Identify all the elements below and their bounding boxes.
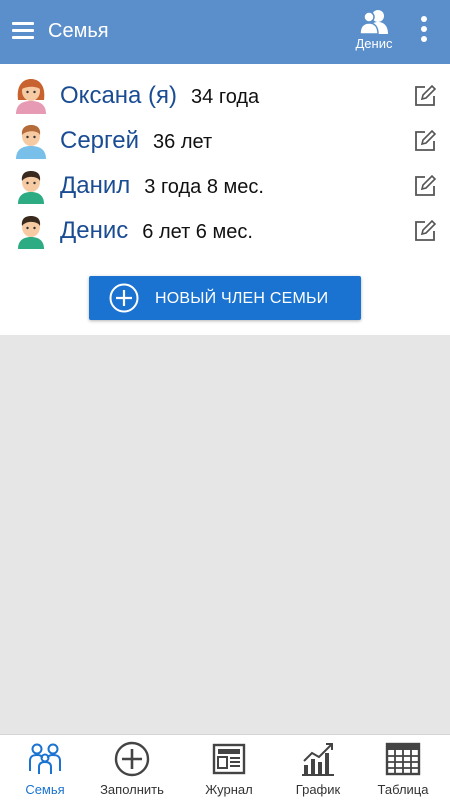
- boy-avatar-icon: [18, 171, 44, 204]
- member-row[interactable]: Денис 6 лет 6 мес.: [0, 211, 450, 255]
- more-icon[interactable]: [414, 16, 434, 48]
- plus-circle-icon: [114, 741, 150, 777]
- member-row[interactable]: Данил 3 года 8 мес.: [0, 166, 450, 210]
- nav-family[interactable]: Семья: [0, 735, 90, 801]
- man-avatar-icon: [16, 125, 46, 159]
- member-name: Денис 6 лет 6 мес.: [60, 217, 253, 244]
- woman-avatar-icon: [16, 79, 46, 114]
- page-title: Семья: [48, 20, 109, 42]
- family-list: Оксана (я) 34 года Сергей 36 лет Данил 3 го…: [0, 64, 450, 335]
- nav-journal[interactable]: Журнал: [184, 735, 274, 801]
- nav-label: Семья: [25, 782, 65, 797]
- users-icon: [359, 10, 388, 34]
- member-age: 3 года 8 мес.: [144, 176, 264, 198]
- nav-chart[interactable]: График: [273, 735, 363, 801]
- nav-table[interactable]: Таблица: [358, 735, 448, 801]
- nav-fill[interactable]: Заполнить: [87, 735, 177, 801]
- member-name: Данил 3 года 8 мес.: [60, 172, 264, 199]
- member-name: Сергей 36 лет: [60, 127, 213, 154]
- nav-label: Журнал: [205, 782, 253, 797]
- nav-label: Таблица: [377, 782, 429, 797]
- boy-avatar-icon: [18, 216, 44, 249]
- edit-icon[interactable]: [413, 129, 437, 153]
- edit-icon[interactable]: [413, 84, 437, 108]
- user-switch-button[interactable]: Денис: [348, 8, 400, 58]
- member-name: Оксана (я) 34 года: [60, 82, 260, 109]
- app-bar: Семья Денис: [0, 0, 450, 64]
- plus-circle-icon: [109, 283, 139, 313]
- member-age: 36 лет: [153, 131, 213, 153]
- nav-label: Заполнить: [100, 782, 164, 797]
- add-member-label: НОВЫЙ ЧЛЕН СЕМЬИ: [155, 290, 329, 307]
- member-age: 34 года: [191, 86, 260, 108]
- edit-icon[interactable]: [413, 174, 437, 198]
- table-icon: [385, 742, 421, 776]
- menu-icon[interactable]: [12, 22, 34, 42]
- current-user-name: Денис: [355, 36, 393, 51]
- member-row[interactable]: Оксана (я) 34 года: [0, 76, 450, 120]
- edit-icon[interactable]: [413, 219, 437, 243]
- add-member-button[interactable]: НОВЫЙ ЧЛЕН СЕМЬИ: [89, 276, 361, 320]
- member-age: 6 лет 6 мес.: [142, 221, 253, 243]
- chart-icon: [302, 743, 334, 776]
- nav-label: График: [295, 782, 341, 797]
- journal-icon: [212, 743, 246, 775]
- bottom-navigation: Семья Заполнить Журнал График Таблица: [0, 734, 450, 801]
- member-row[interactable]: Сергей 36 лет: [0, 121, 450, 165]
- family-icon: [29, 743, 61, 774]
